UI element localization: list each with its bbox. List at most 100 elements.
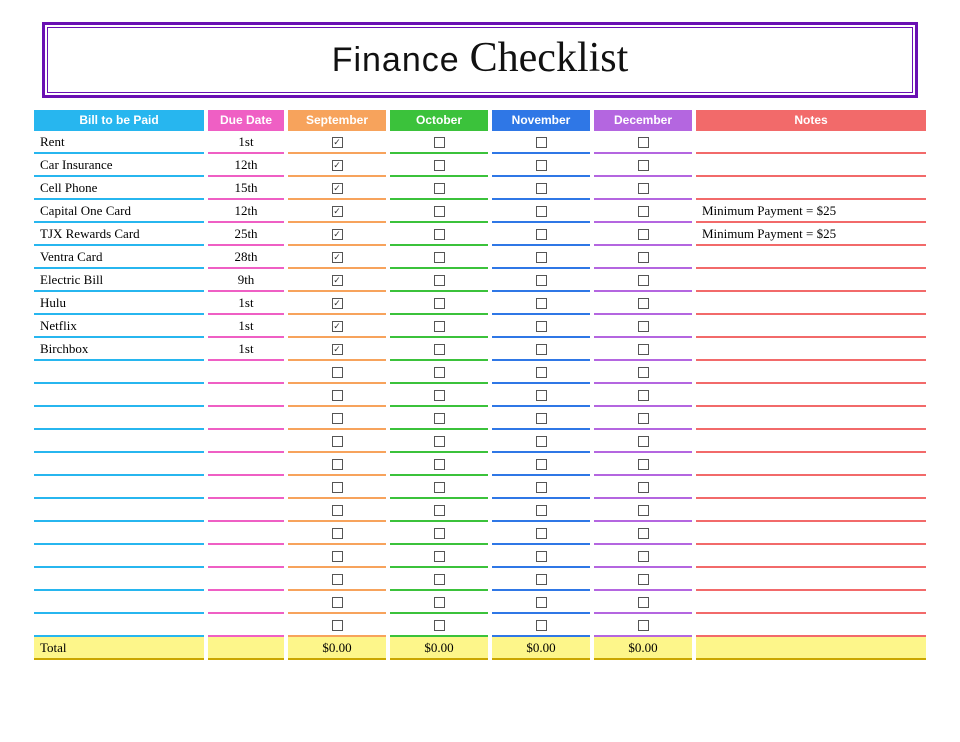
checkbox-sep[interactable] [332, 367, 343, 378]
cell-notes[interactable] [696, 430, 926, 453]
cell-bill[interactable] [34, 522, 204, 545]
cell-due[interactable] [208, 361, 284, 384]
checkbox-oct[interactable] [434, 321, 445, 332]
cell-notes[interactable] [696, 131, 926, 154]
cell-notes[interactable] [696, 499, 926, 522]
checkbox-oct[interactable] [434, 160, 445, 171]
cell-notes[interactable] [696, 568, 926, 591]
checkbox-oct[interactable] [434, 137, 445, 148]
cell-due[interactable] [208, 430, 284, 453]
checkbox-sep[interactable]: ✓ [332, 206, 343, 217]
checkbox-oct[interactable] [434, 505, 445, 516]
checkbox-nov[interactable] [536, 551, 547, 562]
cell-due[interactable] [208, 384, 284, 407]
cell-notes[interactable]: Minimum Payment = $25 [696, 223, 926, 246]
cell-notes[interactable] [696, 384, 926, 407]
cell-bill[interactable] [34, 407, 204, 430]
cell-notes[interactable] [696, 453, 926, 476]
checkbox-nov[interactable] [536, 206, 547, 217]
cell-due[interactable] [208, 568, 284, 591]
checkbox-dec[interactable] [638, 528, 649, 539]
cell-notes[interactable]: Minimum Payment = $25 [696, 200, 926, 223]
checkbox-nov[interactable] [536, 229, 547, 240]
cell-bill[interactable]: TJX Rewards Card [34, 223, 204, 246]
checkbox-nov[interactable] [536, 459, 547, 470]
checkbox-oct[interactable] [434, 206, 445, 217]
checkbox-nov[interactable] [536, 252, 547, 263]
checkbox-dec[interactable] [638, 620, 649, 631]
checkbox-oct[interactable] [434, 367, 445, 378]
checkbox-dec[interactable] [638, 551, 649, 562]
checkbox-oct[interactable] [434, 252, 445, 263]
checkbox-nov[interactable] [536, 390, 547, 401]
checkbox-nov[interactable] [536, 321, 547, 332]
checkbox-nov[interactable] [536, 413, 547, 424]
checkbox-oct[interactable] [434, 344, 445, 355]
cell-notes[interactable] [696, 545, 926, 568]
checkbox-dec[interactable] [638, 344, 649, 355]
cell-bill[interactable] [34, 614, 204, 637]
cell-due[interactable] [208, 614, 284, 637]
cell-due[interactable] [208, 407, 284, 430]
checkbox-dec[interactable] [638, 252, 649, 263]
cell-notes[interactable] [696, 292, 926, 315]
cell-due[interactable] [208, 591, 284, 614]
checkbox-oct[interactable] [434, 413, 445, 424]
cell-bill[interactable]: Ventra Card [34, 246, 204, 269]
checkbox-nov[interactable] [536, 137, 547, 148]
cell-due[interactable] [208, 499, 284, 522]
cell-due[interactable]: 1st [208, 315, 284, 338]
cell-bill[interactable] [34, 453, 204, 476]
cell-bill[interactable]: Netflix [34, 315, 204, 338]
checkbox-sep[interactable]: ✓ [332, 252, 343, 263]
checkbox-nov[interactable] [536, 367, 547, 378]
cell-bill[interactable]: Car Insurance [34, 154, 204, 177]
checkbox-sep[interactable] [332, 482, 343, 493]
checkbox-sep[interactable]: ✓ [332, 137, 343, 148]
checkbox-oct[interactable] [434, 229, 445, 240]
checkbox-oct[interactable] [434, 528, 445, 539]
checkbox-oct[interactable] [434, 574, 445, 585]
checkbox-dec[interactable] [638, 206, 649, 217]
cell-due[interactable] [208, 522, 284, 545]
cell-notes[interactable] [696, 315, 926, 338]
checkbox-dec[interactable] [638, 321, 649, 332]
cell-notes[interactable] [696, 591, 926, 614]
checkbox-sep[interactable]: ✓ [332, 183, 343, 194]
checkbox-sep[interactable] [332, 505, 343, 516]
cell-due[interactable]: 25th [208, 223, 284, 246]
cell-notes[interactable] [696, 338, 926, 361]
checkbox-oct[interactable] [434, 551, 445, 562]
cell-due[interactable] [208, 453, 284, 476]
cell-due[interactable] [208, 545, 284, 568]
checkbox-sep[interactable]: ✓ [332, 229, 343, 240]
cell-bill[interactable] [34, 361, 204, 384]
cell-bill[interactable] [34, 384, 204, 407]
checkbox-oct[interactable] [434, 620, 445, 631]
checkbox-oct[interactable] [434, 390, 445, 401]
cell-due[interactable]: 9th [208, 269, 284, 292]
cell-due[interactable]: 12th [208, 200, 284, 223]
checkbox-oct[interactable] [434, 298, 445, 309]
cell-notes[interactable] [696, 476, 926, 499]
checkbox-nov[interactable] [536, 482, 547, 493]
cell-bill[interactable]: Electric Bill [34, 269, 204, 292]
cell-bill[interactable] [34, 545, 204, 568]
checkbox-sep[interactable]: ✓ [332, 321, 343, 332]
cell-bill[interactable]: Birchbox [34, 338, 204, 361]
checkbox-dec[interactable] [638, 436, 649, 447]
cell-notes[interactable] [696, 269, 926, 292]
checkbox-nov[interactable] [536, 298, 547, 309]
checkbox-dec[interactable] [638, 505, 649, 516]
cell-notes[interactable] [696, 154, 926, 177]
checkbox-dec[interactable] [638, 413, 649, 424]
checkbox-nov[interactable] [536, 275, 547, 286]
checkbox-oct[interactable] [434, 275, 445, 286]
checkbox-dec[interactable] [638, 298, 649, 309]
cell-bill[interactable] [34, 499, 204, 522]
checkbox-sep[interactable] [332, 620, 343, 631]
checkbox-sep[interactable]: ✓ [332, 298, 343, 309]
checkbox-oct[interactable] [434, 436, 445, 447]
cell-due[interactable]: 28th [208, 246, 284, 269]
cell-bill[interactable]: Capital One Card [34, 200, 204, 223]
